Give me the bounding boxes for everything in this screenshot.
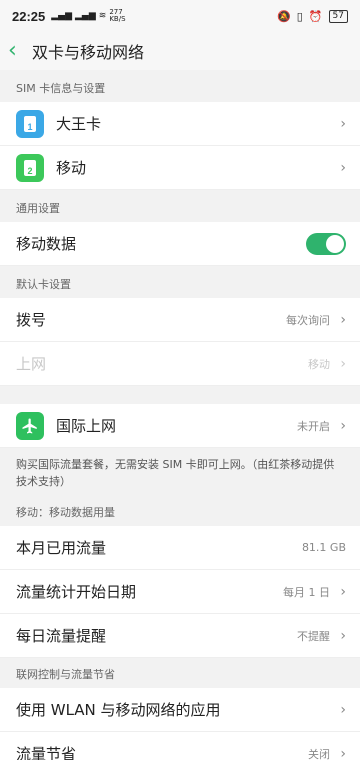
data-saver-label: 流量节省 — [16, 745, 77, 760]
sim-card-icon: 1 — [16, 109, 44, 138]
monthly-usage-row[interactable]: 本月已用流量 81.1 GB — [0, 526, 360, 570]
chevron-right-icon: › — [340, 583, 346, 600]
usage-start-date-row[interactable]: 流量统计开始日期 每月 1 日 › — [0, 570, 360, 614]
status-time: 22:25 — [12, 8, 46, 24]
data-saver-value: 关闭 — [308, 747, 330, 760]
usage-start-value: 每月 1 日 — [283, 585, 330, 599]
section-header-networking: 联网控制与流量节省 — [0, 658, 360, 688]
chevron-right-icon: › — [340, 115, 346, 132]
section-header-general: 通用设置 — [0, 190, 360, 222]
daily-reminder-label: 每日流量提醒 — [16, 627, 107, 645]
daily-reminder-value: 不提醒 — [297, 629, 330, 643]
status-bar: 22:25 ▂▄▆ ▂▄▆ ≋ 277 KB/S 🔕 ▯ ⏰ 57 — [0, 0, 360, 32]
internet-row: 上网 移动 › — [0, 342, 360, 386]
signal-icon: ▂▄▆ — [75, 11, 96, 21]
section-header-default-card: 默认卡设置 — [0, 266, 360, 298]
monthly-usage-label: 本月已用流量 — [16, 539, 107, 557]
bell-off-icon: 🔕 — [277, 9, 291, 23]
dial-label: 拨号 — [16, 311, 47, 329]
mobile-data-label: 移动数据 — [16, 235, 77, 253]
international-label: 国际上网 — [56, 417, 117, 435]
sim-badge: 1 — [24, 115, 36, 132]
status-left-icons: ▂▄▆ ▂▄▆ ≋ 277 KB/S — [51, 9, 131, 23]
chevron-right-icon: › — [340, 417, 346, 434]
status-right-icons: 🔕 ▯ ⏰ 57 — [277, 9, 348, 23]
dial-row[interactable]: 拨号 每次询问 › — [0, 298, 360, 342]
monthly-usage-value: 81.1 GB — [301, 541, 346, 554]
daily-reminder-row[interactable]: 每日流量提醒 不提醒 › — [0, 614, 360, 658]
page-title: 双卡与移动网络 — [32, 43, 145, 62]
network-apps-label: 使用 WLAN 与移动网络的应用 — [16, 701, 221, 719]
title-bar: ‹ 双卡与移动网络 — [0, 32, 360, 70]
sim-card-icon: 2 — [16, 153, 44, 182]
mobile-data-row[interactable]: 移动数据 — [0, 222, 360, 266]
vibrate-icon: ▯ — [296, 9, 303, 23]
international-roaming-row[interactable]: 国际上网 未开启 › — [0, 404, 360, 448]
mobile-data-toggle[interactable] — [306, 232, 346, 255]
airplane-icon — [16, 411, 44, 440]
toggle-knob — [326, 234, 344, 253]
signal-icon: ▂▄▆ — [51, 11, 73, 21]
section-header-sim-info: SIM 卡信息与设置 — [0, 70, 360, 102]
international-note: 购买国际流量套餐，无需安装 SIM 卡即可上网。（由红茶移动提供技术支持） — [0, 448, 360, 500]
alarm-icon: ⏰ — [308, 9, 323, 23]
chevron-right-icon: › — [340, 311, 346, 328]
sim-card-item-1[interactable]: 1 大王卡 › — [0, 102, 360, 146]
chevron-right-icon: › — [340, 355, 346, 372]
data-saver-row[interactable]: 流量节省 关闭 › — [0, 732, 360, 760]
sim-card-label: 大王卡 — [56, 115, 102, 133]
back-arrow-icon[interactable]: ‹ — [8, 40, 30, 62]
internet-label: 上网 — [16, 355, 47, 373]
chevron-right-icon: › — [340, 701, 346, 718]
sim-badge: 2 — [24, 159, 36, 176]
usage-start-label: 流量统计开始日期 — [16, 583, 137, 601]
chevron-right-icon: › — [340, 745, 346, 760]
sim-card-item-2[interactable]: 2 移动 › — [0, 146, 360, 190]
network-speed: 277 KB/S — [109, 8, 126, 23]
chevron-right-icon: › — [340, 159, 346, 176]
battery-icon: 57 — [328, 9, 348, 23]
network-apps-row[interactable]: 使用 WLAN 与移动网络的应用 › — [0, 688, 360, 732]
chevron-right-icon: › — [340, 627, 346, 644]
dial-value: 每次询问 — [286, 313, 330, 327]
sim-card-label: 移动 — [56, 159, 87, 177]
wifi-icon: ≋ — [98, 11, 107, 21]
internet-value: 移动 — [308, 357, 330, 371]
international-value: 未开启 — [297, 419, 330, 433]
section-header-usage: 移动：移动数据用量 — [0, 500, 360, 526]
